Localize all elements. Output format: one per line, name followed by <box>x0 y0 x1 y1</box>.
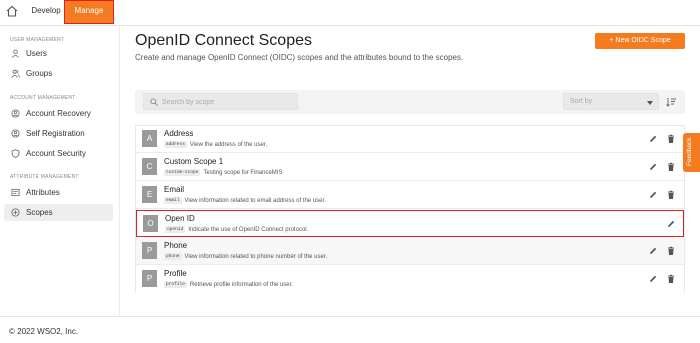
page-title: OpenID Connect Scopes <box>135 32 312 49</box>
sidebar-item-label: Users <box>26 49 47 58</box>
scope-name: Address <box>164 129 194 138</box>
list-item[interactable]: C Custom Scope 1 custom-scope Testing sco… <box>136 154 684 181</box>
avatar: P <box>142 270 157 287</box>
edit-icon[interactable] <box>648 274 658 284</box>
self-registration-icon <box>11 129 20 138</box>
scope-name: Open ID <box>165 214 195 223</box>
scope-subtitle: email View information related to email a… <box>164 197 326 204</box>
sidebar-item-label: Groups <box>26 69 53 78</box>
feedback-label: Feedback <box>686 137 693 166</box>
delete-icon[interactable] <box>666 162 676 172</box>
sidebar: USER MANAGEMENT Users Groups ACCOUNT MAN… <box>0 26 120 316</box>
search-icon <box>150 98 158 106</box>
scope-name: Profile <box>164 269 187 278</box>
section-title-account-management: ACCOUNT MANAGEMENT <box>10 95 76 101</box>
scope-name: Custom Scope 1 <box>164 157 224 166</box>
sidebar-item-label: Account Security <box>26 149 87 158</box>
sidebar-item-account-recovery[interactable]: Account Recovery <box>4 105 113 122</box>
section-title-attribute-management: ATTRIBUTE MANAGEMENT <box>10 174 79 180</box>
sidebar-item-attributes[interactable]: Attributes <box>4 184 113 201</box>
feedback-tab[interactable]: Feedback <box>683 133 700 172</box>
avatar: O <box>143 215 158 232</box>
list-item[interactable]: O Open ID openid Indicate the use of Open… <box>136 210 684 237</box>
tab-develop[interactable]: Develop <box>26 0 66 26</box>
groups-icon <box>11 69 20 78</box>
sidebar-item-label: Attributes <box>26 188 60 197</box>
scope-name: Phone <box>164 241 188 250</box>
footer: © 2022 WSO2, Inc. <box>0 316 700 343</box>
new-oidc-scope-button[interactable]: + New OIDC Scope <box>595 33 685 49</box>
shield-icon <box>11 149 20 158</box>
avatar: C <box>142 158 157 175</box>
delete-icon[interactable] <box>666 134 676 144</box>
top-navigation-bar: Develop Manage <box>0 0 700 26</box>
copyright-text: © 2022 WSO2, Inc. <box>9 327 79 336</box>
sidebar-item-label: Account Recovery <box>26 109 91 118</box>
scope-description: View information related to email addres… <box>184 198 326 205</box>
attributes-icon <box>11 188 20 197</box>
sidebar-item-users[interactable]: Users <box>4 45 113 62</box>
scope-code: address <box>164 141 187 148</box>
home-icon[interactable] <box>5 4 19 18</box>
scope-subtitle: openid Indicate the use of OpenID Connect… <box>165 226 308 233</box>
edit-icon[interactable] <box>648 134 658 144</box>
delete-icon[interactable] <box>666 190 676 200</box>
scope-description: Indicate the use of OpenID Connect proto… <box>188 227 309 234</box>
filter-bar: Sort by <box>135 90 685 114</box>
scope-description: View information related to phone number… <box>184 254 328 261</box>
sidebar-item-groups[interactable]: Groups <box>4 65 113 82</box>
delete-icon[interactable] <box>666 246 676 256</box>
scope-code: custom-scope <box>164 169 201 176</box>
scope-list: A Address address View the address of the… <box>135 125 685 293</box>
scope-code: profile <box>164 281 187 288</box>
sort-direction-icon[interactable] <box>665 96 677 108</box>
list-item[interactable]: P Phone phone View information related to… <box>136 238 684 265</box>
sort-by-placeholder: Sort by <box>570 98 593 105</box>
search-input[interactable] <box>162 96 292 108</box>
scope-description: View the address of the user. <box>189 142 268 149</box>
scope-subtitle: address View the address of the user. <box>164 141 267 148</box>
avatar: A <box>142 130 157 147</box>
avatar: P <box>142 242 157 259</box>
scope-subtitle: phone View information related to phone n… <box>164 253 327 260</box>
edit-icon[interactable] <box>648 162 658 172</box>
page-description: Create and manage OpenID Connect (OIDC) … <box>135 53 464 62</box>
edit-icon[interactable] <box>648 190 658 200</box>
search-box <box>143 93 298 110</box>
list-item[interactable]: P Profile profile Retrieve profile inform… <box>136 266 684 293</box>
tab-manage[interactable]: Manage <box>64 0 114 24</box>
sidebar-item-label: Scopes <box>26 208 53 217</box>
section-title-user-management: USER MANAGEMENT <box>10 37 65 43</box>
scope-code: email <box>164 197 182 204</box>
edit-icon[interactable] <box>648 246 658 256</box>
sidebar-item-account-security[interactable]: Account Security <box>4 145 113 162</box>
sort-by-dropdown[interactable]: Sort by <box>563 93 659 110</box>
sidebar-item-scopes[interactable]: Scopes <box>4 204 113 221</box>
scope-code: openid <box>165 226 186 233</box>
sidebar-item-self-registration[interactable]: Self Registration <box>4 125 113 142</box>
scope-code: phone <box>164 253 182 260</box>
scope-subtitle: profile Retrieve profile information of t… <box>164 281 293 288</box>
chevron-down-icon <box>647 101 653 105</box>
scope-description: Retrieve profile information of the user… <box>189 282 293 289</box>
sidebar-item-label: Self Registration <box>26 129 85 138</box>
avatar: E <box>142 186 157 203</box>
account-recovery-icon <box>11 109 20 118</box>
user-icon <box>12 49 19 58</box>
main-content: OpenID Connect Scopes Create and manage … <box>121 26 700 316</box>
delete-icon[interactable] <box>666 274 676 284</box>
list-item[interactable]: E Email email View information related to… <box>136 182 684 209</box>
list-item[interactable]: A Address address View the address of the… <box>136 126 684 153</box>
scope-description: Testing scope for FinanceMIS <box>203 170 283 177</box>
scope-subtitle: custom-scope Testing scope for FinanceMIS <box>164 169 282 176</box>
edit-icon[interactable] <box>666 219 676 229</box>
scopes-icon <box>11 208 20 217</box>
scope-name: Email <box>164 185 185 194</box>
